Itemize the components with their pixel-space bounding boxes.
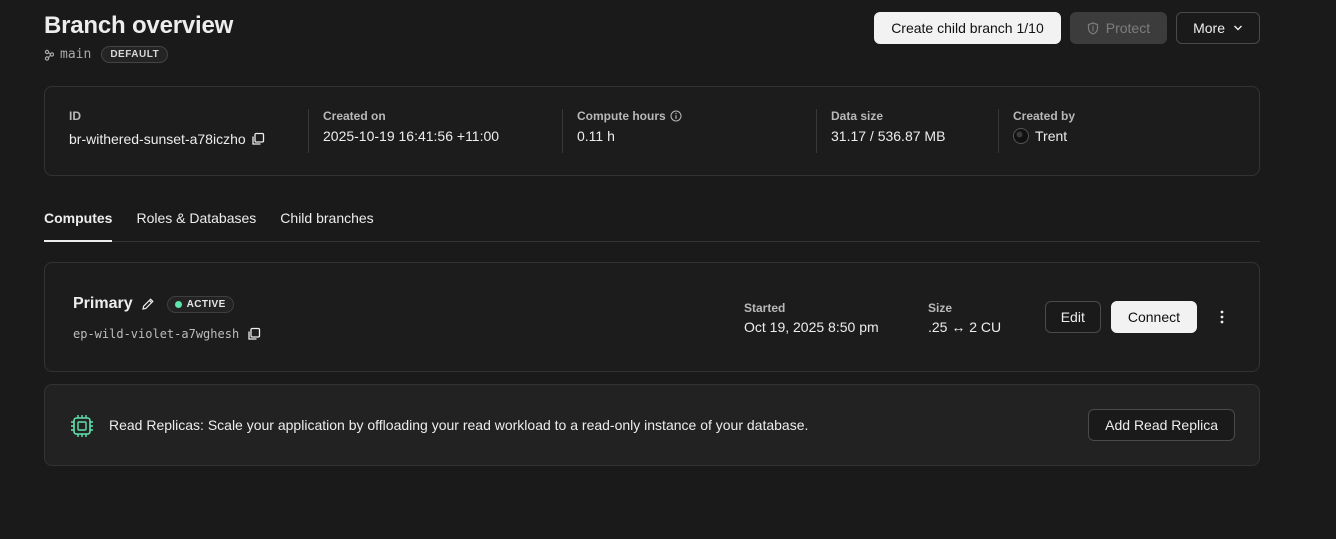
status-badge: ACTIVE (166, 295, 234, 313)
protect-label: Protect (1105, 20, 1151, 36)
chevron-down-icon (1234, 25, 1242, 31)
copy-icon[interactable] (247, 327, 261, 341)
avatar (1013, 128, 1029, 144)
page-title: Branch overview (44, 12, 234, 39)
size-label: Size (928, 301, 953, 315)
info-data-size: Data size 31.17 / 536.87 MB (816, 109, 998, 153)
id-label: ID (69, 109, 81, 123)
started-value: Oct 19, 2025 8:50 pm (744, 319, 879, 335)
created-by-row: Trent (1013, 128, 1198, 144)
tab-roles-databases[interactable]: Roles & Databases (136, 206, 256, 242)
add-read-replica-button[interactable]: Add Read Replica (1088, 409, 1235, 441)
compute-name-row: Primary ACTIVE (73, 295, 234, 313)
branch-icon (44, 49, 54, 61)
protect-button[interactable]: Protect (1069, 12, 1168, 44)
compute-hours-label: Compute hours (577, 109, 666, 123)
connect-button[interactable]: Connect (1110, 301, 1197, 333)
id-value-row: br-withered-sunset-a78iczho (69, 131, 309, 147)
info-created-on: Created on 2025-10-19 16:41:56 +11:00 (308, 109, 562, 153)
more-button[interactable]: More (1176, 12, 1260, 44)
branch-name: main (60, 47, 92, 62)
shield-icon (1087, 21, 1098, 35)
copy-icon[interactable] (251, 132, 265, 146)
compute-hours-value: 0.11 h (577, 128, 615, 144)
endpoint-row: ep-wild-violet-a7wghesh (73, 327, 261, 341)
endpoint-id: ep-wild-violet-a7wghesh (73, 327, 240, 341)
create-child-branch-button[interactable]: Create child branch 1/10 (874, 12, 1061, 44)
tab-computes[interactable]: Computes (44, 206, 113, 242)
kebab-menu-icon (1220, 310, 1224, 324)
data-size-label: Data size (831, 109, 884, 123)
branch-info-card: ID br-withered-sunset-a78iczho Created o… (44, 86, 1260, 176)
header-actions: Create child branch 1/10 Protect More (874, 12, 1260, 44)
compute-card: Primary ACTIVE ep-wild-violet-a7wghesh S… (44, 262, 1260, 372)
tab-bar: Computes Roles & Databases Child branche… (44, 206, 1260, 242)
created-on-label: Created on (323, 109, 386, 123)
size-meta: Size .25 ↔ 2 CU (928, 301, 1001, 335)
status-label: ACTIVE (186, 298, 226, 310)
read-replica-banner: Read Replicas: Scale your application by… (44, 384, 1260, 466)
created-on-value: 2025-10-19 16:41:56 +11:00 (323, 128, 500, 144)
compute-actions: Edit Connect (1044, 301, 1233, 333)
edit-button[interactable]: Edit (1044, 301, 1101, 333)
tab-child-branches[interactable]: Child branches (280, 206, 373, 242)
pencil-icon[interactable] (141, 297, 155, 311)
started-meta: Started Oct 19, 2025 8:50 pm (744, 301, 879, 335)
chip-icon (71, 415, 93, 437)
more-options-button[interactable] (1211, 301, 1233, 333)
info-id: ID br-withered-sunset-a78iczho (69, 109, 309, 155)
info-icon[interactable] (670, 110, 682, 122)
more-label: More (1193, 20, 1225, 36)
default-badge: DEFAULT (101, 46, 169, 63)
compute-hours-label-row: Compute hours (577, 109, 816, 123)
started-label: Started (744, 301, 786, 315)
created-by-label: Created by (1013, 109, 1076, 123)
branch-line: main DEFAULT (44, 46, 169, 63)
branch-id: br-withered-sunset-a78iczho (69, 131, 246, 147)
size-value: .25 ↔ 2 CU (928, 319, 1002, 335)
info-compute-hours: Compute hours 0.11 h (562, 109, 816, 153)
status-dot (174, 300, 182, 308)
created-by-name: Trent (1035, 128, 1068, 144)
read-replica-text: Read Replicas: Scale your application by… (109, 417, 809, 433)
data-size-value: 31.17 / 536.87 MB (831, 128, 946, 144)
info-created-by: Created by Trent (998, 109, 1198, 153)
compute-name: Primary (73, 295, 133, 312)
